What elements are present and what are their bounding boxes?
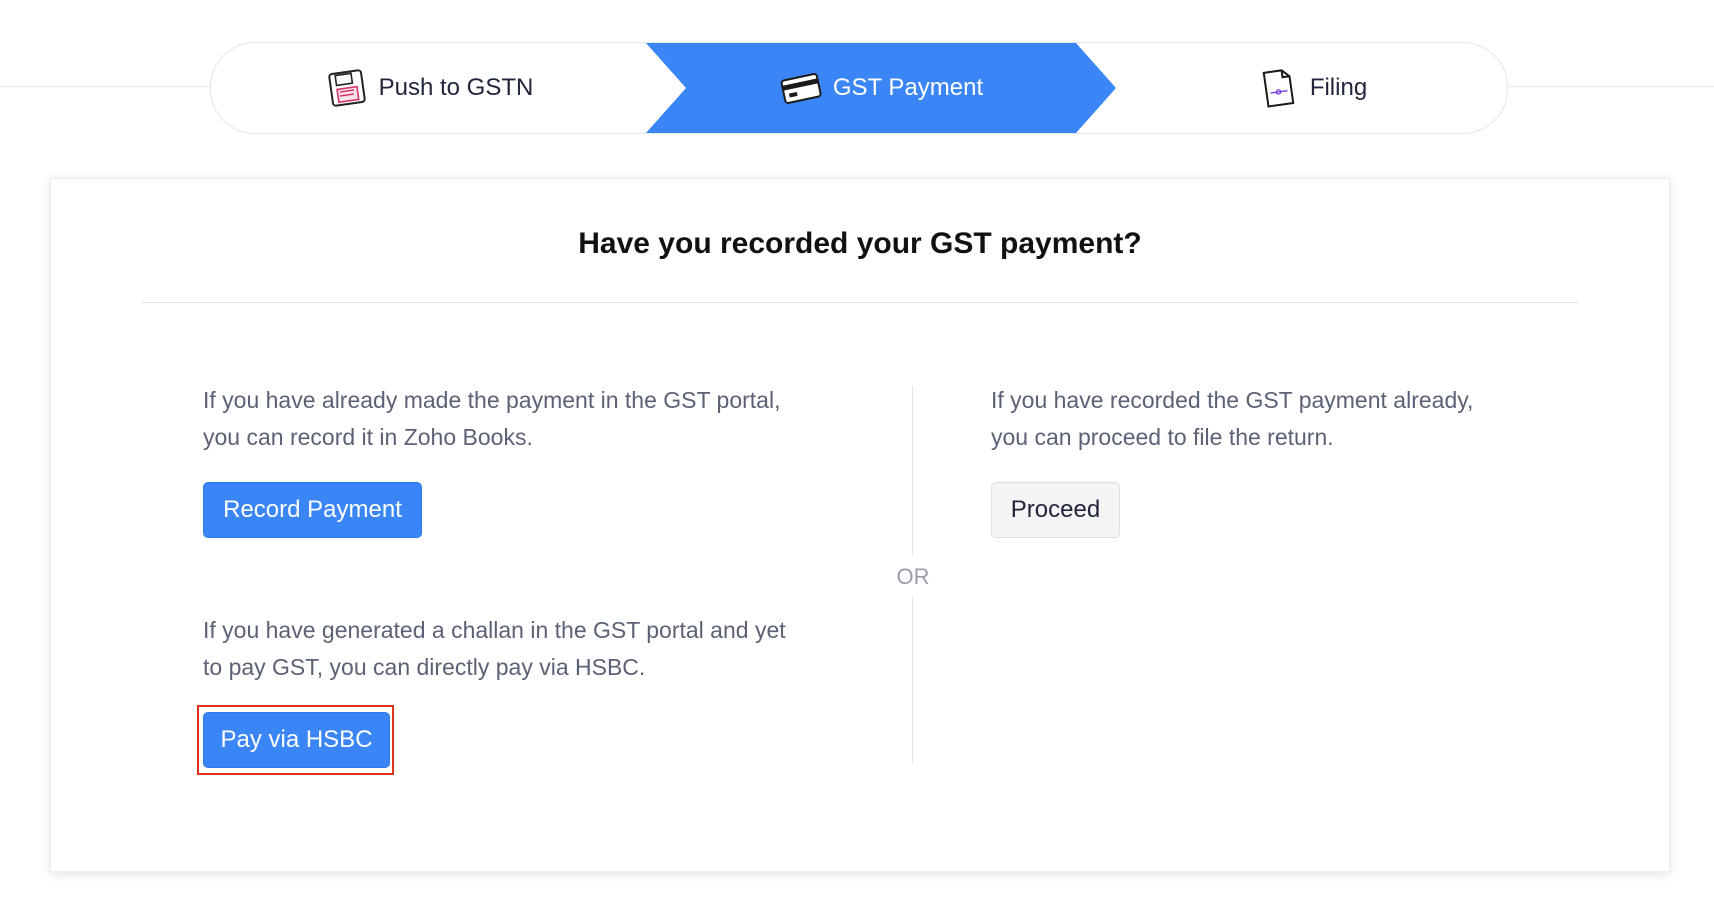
description-line: you can proceed to file the return. <box>991 424 1334 450</box>
credit-card-icon <box>780 73 822 104</box>
gst-payment-card: Have you recorded your GST payment? If y… <box>50 178 1670 872</box>
step-label: GST Payment <box>832 74 984 101</box>
document-icon <box>1262 69 1295 108</box>
filing-stepper: Push to GSTN GST Payment Filing <box>210 42 1508 134</box>
step-label: Push to GSTN <box>378 74 534 101</box>
step-filing[interactable]: Filing <box>1116 43 1507 133</box>
step-content: GST Payment <box>779 66 983 110</box>
floppy-disk-icon <box>327 69 366 107</box>
or-separator: OR <box>896 564 930 589</box>
proceed-button[interactable]: Proceed <box>991 482 1120 538</box>
card-title: Have you recorded your GST payment? <box>578 227 1142 260</box>
record-payment-button[interactable]: Record Payment <box>203 482 422 538</box>
description-line: to pay GST, you can directly pay via HSB… <box>203 654 646 680</box>
column-divider-top <box>912 386 913 556</box>
description-line: If you have recorded the GST payment alr… <box>991 387 1474 413</box>
step-label: Filing <box>1309 74 1368 101</box>
description-line: If you have already made the payment in … <box>203 387 781 413</box>
proceed-description: If you have recorded the GST payment alr… <box>991 382 1551 456</box>
column-divider-bottom <box>912 596 913 764</box>
title-divider <box>141 302 1579 303</box>
step-push-to-gstn[interactable]: Push to GSTN <box>211 43 647 133</box>
description-line: you can record it in Zoho Books. <box>203 424 533 450</box>
pay-via-hsbc-button[interactable]: Pay via HSBC <box>203 712 390 768</box>
step-gst-payment[interactable]: GST Payment <box>646 43 1116 133</box>
description-line: If you have generated a challan in the G… <box>203 617 786 643</box>
pay-via-hsbc-description: If you have generated a challan in the G… <box>203 612 863 686</box>
gst-filing-page: Push to GSTN GST Payment Filing Have you… <box>0 0 1714 924</box>
record-payment-description: If you have already made the payment in … <box>203 382 863 456</box>
